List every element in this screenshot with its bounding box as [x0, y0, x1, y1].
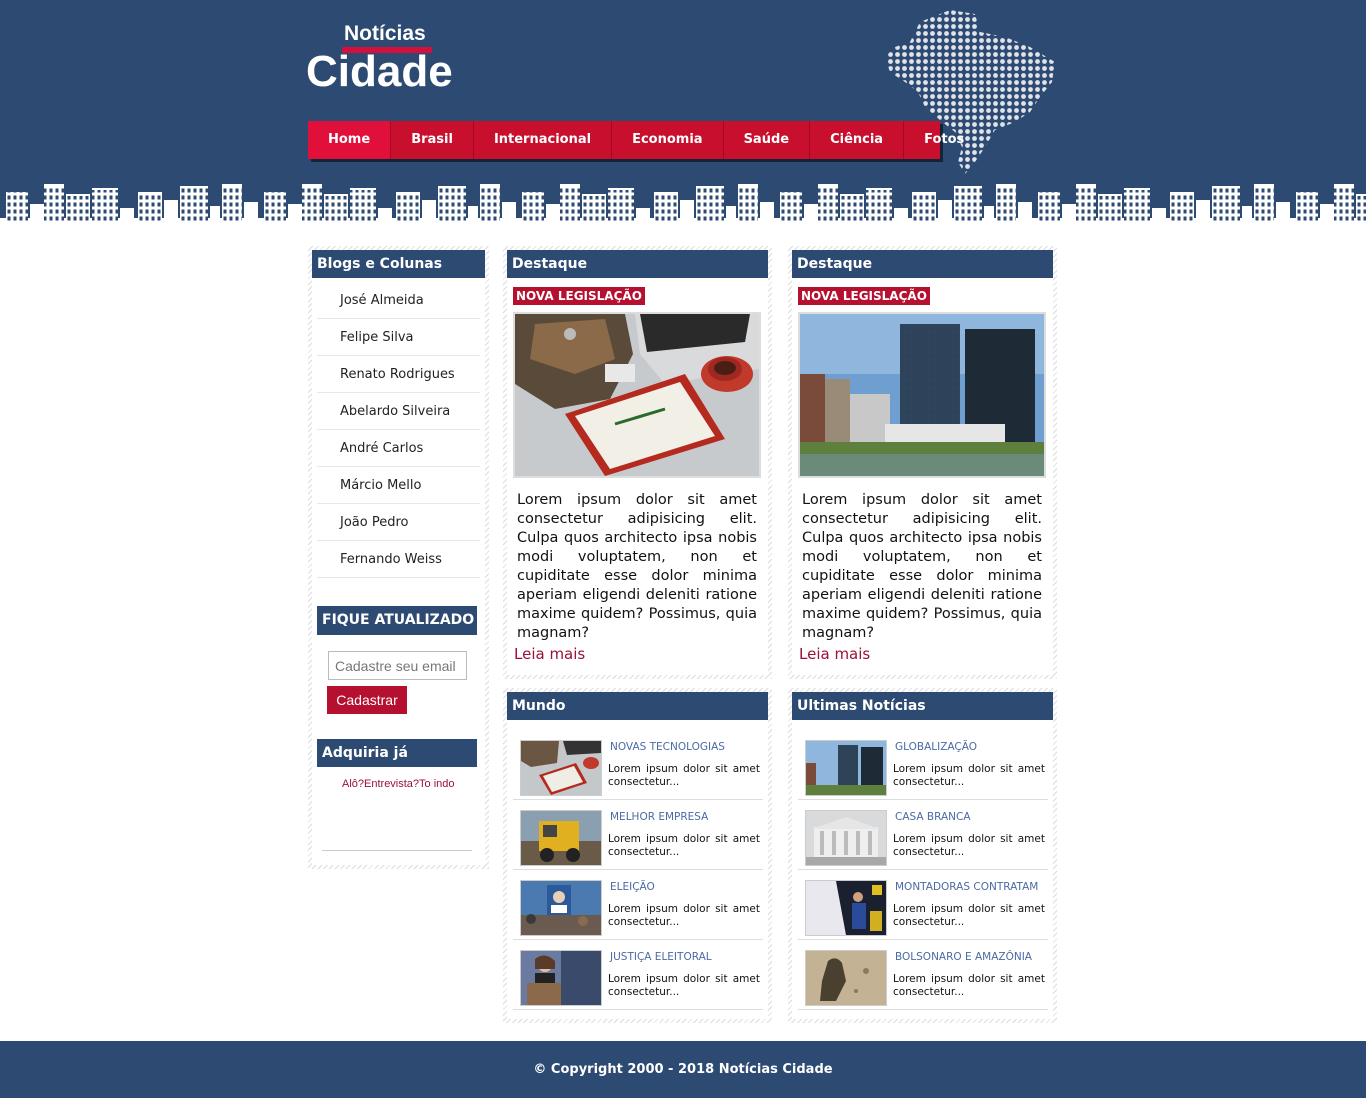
destaque-text: Lorem ipsum dolor sit amet consectetur a…	[802, 492, 1042, 641]
mundo-panel: Mundo NOVAS TECNOLOGIAS Lorem ipsum dolo…	[503, 688, 772, 1023]
news-thumbnail[interactable]	[805, 880, 887, 936]
news-title[interactable]: MONTADORAS CONTRATAM	[895, 881, 1038, 893]
sidebar: Blogs e Colunas José Almeida Felipe Silv…	[308, 246, 489, 869]
logo-main-text: Cidade	[306, 47, 453, 96]
news-thumbnail[interactable]	[805, 740, 887, 796]
news-excerpt: Lorem ipsum dolor sit amet consectetur..…	[608, 903, 760, 928]
city-buildings-photo	[800, 314, 1044, 476]
site-header: Notícias Cidade Home Brasil Internaciona…	[0, 0, 1366, 232]
news-excerpt: Lorem ipsum dolor sit amet consectetur..…	[893, 973, 1045, 998]
subscribe-button[interactable]: Cadastrar	[327, 686, 407, 714]
list-item[interactable]: CASA BRANCA Lorem ipsum dolor sit amet c…	[798, 800, 1048, 870]
read-more-link[interactable]: Leia mais	[514, 645, 585, 663]
logo-top-text: Notícias	[344, 22, 426, 45]
destaque-text: Lorem ipsum dolor sit amet consectetur a…	[517, 492, 757, 641]
adquira-box: Adquiria já	[317, 739, 477, 767]
news-title[interactable]: BOLSONARO E AMAZÔNIA	[895, 951, 1032, 963]
blog-item[interactable]: José Almeida	[317, 282, 480, 319]
sidebar-inner: Blogs e Colunas José Almeida Felipe Silv…	[312, 250, 485, 865]
divider	[322, 850, 472, 851]
list-item[interactable]: MELHOR EMPRESA Lorem ipsum dolor sit ame…	[513, 800, 763, 870]
news-thumbnail[interactable]	[805, 810, 887, 866]
list-item[interactable]: JUSTIÇA ELEITORAL Lorem ipsum dolor sit …	[513, 940, 763, 1010]
list-item[interactable]: GLOBALIZAÇÃO Lorem ipsum dolor sit amet …	[798, 730, 1048, 800]
nav-fotos[interactable]: Fotos	[904, 121, 984, 159]
blogs-title: Blogs e Colunas	[312, 250, 485, 278]
email-field[interactable]	[328, 651, 467, 680]
adquira-link[interactable]: Alô?Entrevista?To indo	[342, 778, 455, 790]
destaque-image[interactable]	[798, 312, 1046, 478]
destaque-title: Destaque	[792, 250, 1053, 278]
news-excerpt: Lorem ipsum dolor sit amet consectetur..…	[893, 763, 1045, 788]
copyright-text: © Copyright 2000 - 2018 Notícias Cidade	[533, 1062, 833, 1077]
category-tag[interactable]: NOVA LEGISLAÇÃO	[798, 287, 930, 305]
destaque-image[interactable]	[513, 312, 761, 478]
ultimas-panel: Ultimas Notícias GLOBALIZAÇÃO Lorem ipsu…	[788, 688, 1057, 1023]
news-excerpt: Lorem ipsum dolor sit amet consectetur..…	[608, 973, 760, 998]
read-more-link[interactable]: Leia mais	[799, 645, 870, 663]
news-title[interactable]: GLOBALIZAÇÃO	[895, 741, 977, 753]
news-title[interactable]: JUSTIÇA ELEITORAL	[610, 951, 712, 963]
nav-brasil[interactable]: Brasil	[391, 121, 474, 159]
city-skyline-graphic	[0, 184, 1366, 232]
destaque-inner: Destaque NOVA LEGISLAÇÃO Lorem ipsum dol…	[507, 250, 768, 675]
news-excerpt: Lorem ipsum dolor sit amet consectetur..…	[608, 763, 760, 788]
blog-item[interactable]: Abelardo Silveira	[317, 393, 480, 430]
nav-home[interactable]: Home	[308, 121, 392, 159]
blog-item[interactable]: Renato Rodrigues	[317, 356, 480, 393]
news-excerpt: Lorem ipsum dolor sit amet consectetur..…	[893, 833, 1045, 858]
list-item[interactable]: ELEIÇÃO Lorem ipsum dolor sit amet conse…	[513, 870, 763, 940]
news-thumbnail[interactable]	[520, 880, 602, 936]
site-footer: © Copyright 2000 - 2018 Notícias Cidade	[0, 1041, 1366, 1098]
news-thumbnail[interactable]	[520, 810, 602, 866]
adquira-title: Adquiria já	[317, 739, 477, 767]
destaque-panel-2: Destaque NOVA LEGISLAÇÃO Lorem ipsum dol…	[788, 246, 1057, 679]
list-item[interactable]: MONTADORAS CONTRATAM Lorem ipsum dolor s…	[798, 870, 1048, 940]
blog-item[interactable]: Márcio Mello	[317, 467, 480, 504]
blog-item[interactable]: Fernando Weiss	[317, 541, 480, 578]
desk-photo	[515, 314, 759, 476]
ultimas-title: Ultimas Notícias	[792, 692, 1053, 720]
ultimas-inner: Ultimas Notícias GLOBALIZAÇÃO Lorem ipsu…	[792, 692, 1053, 1019]
news-excerpt: Lorem ipsum dolor sit amet consectetur..…	[608, 833, 760, 858]
blog-item[interactable]: André Carlos	[317, 430, 480, 467]
destaque-panel-1: Destaque NOVA LEGISLAÇÃO Lorem ipsum dol…	[503, 246, 772, 679]
news-title[interactable]: MELHOR EMPRESA	[610, 811, 708, 823]
main-nav: Home Brasil Internacional Economia Saúde…	[308, 121, 964, 159]
news-thumbnail[interactable]	[520, 740, 602, 796]
news-title[interactable]: CASA BRANCA	[895, 811, 971, 823]
site-logo[interactable]: Notícias Cidade	[306, 20, 466, 100]
nav-ciencia[interactable]: Ciência	[810, 121, 905, 159]
nav-economia[interactable]: Economia	[612, 121, 724, 159]
news-title[interactable]: ELEIÇÃO	[610, 881, 655, 893]
blog-item[interactable]: Felipe Silva	[317, 319, 480, 356]
news-excerpt: Lorem ipsum dolor sit amet consectetur..…	[893, 903, 1045, 928]
news-title[interactable]: NOVAS TECNOLOGIAS	[610, 741, 725, 753]
nav-internacional[interactable]: Internacional	[474, 121, 613, 159]
destaque-title: Destaque	[507, 250, 768, 278]
news-thumbnail[interactable]	[805, 950, 887, 1006]
category-tag[interactable]: NOVA LEGISLAÇÃO	[513, 287, 645, 305]
news-thumbnail[interactable]	[520, 950, 602, 1006]
newsletter-title: FIQUE ATUALIZADO	[317, 606, 477, 635]
mundo-inner: Mundo NOVAS TECNOLOGIAS Lorem ipsum dolo…	[507, 692, 768, 1019]
destaque-inner: Destaque NOVA LEGISLAÇÃO Lorem ipsum dol…	[792, 250, 1053, 675]
list-item[interactable]: NOVAS TECNOLOGIAS Lorem ipsum dolor sit …	[513, 730, 763, 800]
mundo-title: Mundo	[507, 692, 768, 720]
blogs-list: José Almeida Felipe Silva Renato Rodrigu…	[312, 278, 485, 578]
blog-item[interactable]: João Pedro	[317, 504, 480, 541]
newsletter-box: FIQUE ATUALIZADO	[317, 606, 477, 635]
nav-saude[interactable]: Saúde	[724, 121, 811, 159]
list-item[interactable]: BOLSONARO E AMAZÔNIA Lorem ipsum dolor s…	[798, 940, 1048, 1010]
